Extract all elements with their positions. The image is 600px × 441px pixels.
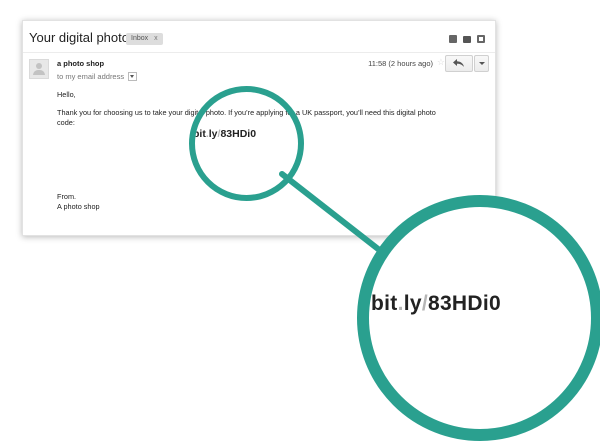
code-big-part3: 83HDi0 — [427, 292, 501, 315]
inbox-label[interactable]: Inbox x — [126, 33, 163, 45]
email-signature: A photo shop — [57, 202, 100, 211]
email-signoff: From. — [57, 192, 77, 201]
magnifier-large-ring — [357, 195, 600, 441]
email-greeting: Hello, — [57, 90, 76, 99]
avatar-icon — [29, 59, 49, 79]
photo-code-magnified: bit.ly/83HDi0 — [371, 292, 501, 316]
email-paragraph-line2: code: — [57, 118, 75, 127]
remove-label-button[interactable]: x — [154, 35, 158, 42]
email-timestamp: 11:58 (2 hours ago) — [368, 59, 433, 68]
avatar-head — [36, 63, 42, 69]
subject-row: Your digital photo Inbox x — [29, 30, 489, 50]
more-options-button[interactable] — [474, 55, 489, 72]
new-window-icon[interactable] — [477, 35, 485, 43]
reply-icon — [453, 59, 464, 67]
print-icon[interactable] — [463, 36, 471, 43]
inbox-label-text: Inbox — [131, 35, 149, 42]
reply-button[interactable] — [445, 55, 473, 72]
email-subject: Your digital photo — [29, 30, 129, 45]
archive-icon[interactable] — [449, 35, 457, 43]
header-divider — [23, 52, 495, 53]
sender-name[interactable]: a photo shop — [57, 59, 104, 68]
avatar-shoulders — [33, 70, 45, 75]
code-big-part2: ly — [403, 292, 422, 315]
recipient-line: to my email address — [57, 71, 138, 82]
recipient-details-dropdown[interactable] — [128, 71, 138, 81]
recipient-text: to my email address — [57, 72, 125, 81]
magnifier-small-ring — [189, 86, 304, 201]
star-icon[interactable]: ☆ — [437, 57, 445, 68]
code-big-part1: bit — [371, 292, 398, 315]
